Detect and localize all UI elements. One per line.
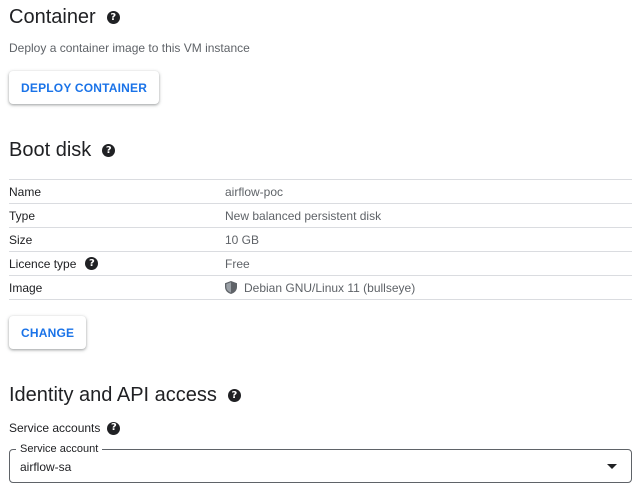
change-boot-disk-button[interactable]: CHANGE	[9, 316, 87, 349]
boot-disk-section-title: Boot disk ?	[9, 139, 116, 162]
row-value: airflow-poc	[225, 184, 284, 199]
row-label-text: Licence type	[9, 256, 77, 271]
help-icon[interactable]: ?	[106, 11, 120, 24]
dropdown-arrow-icon[interactable]	[607, 464, 617, 469]
container-section-title: Container ?	[9, 6, 120, 29]
table-row-licence-type: Licence type ? Free	[9, 252, 632, 276]
container-title-text: Container	[9, 6, 96, 28]
service-account-value: airflow-sa	[20, 460, 72, 474]
table-row-type: Type New balanced persistent disk	[9, 204, 632, 228]
table-row-image: Image Debian GNU/Linux 11 (bullseye)	[9, 276, 632, 300]
row-label: Type	[9, 208, 36, 223]
identity-title-text: Identity and API access	[9, 384, 217, 406]
help-icon[interactable]: ?	[107, 421, 121, 435]
help-icon[interactable]: ?	[102, 144, 116, 157]
row-value: New balanced persistent disk	[225, 208, 382, 223]
boot-disk-table: Name airflow-poc Type New balanced persi…	[9, 179, 632, 300]
row-value: Free	[225, 256, 250, 271]
row-value: 10 GB	[225, 232, 260, 247]
deploy-container-button[interactable]: DEPLOY CONTAINER	[9, 71, 160, 104]
row-label: Name	[9, 184, 42, 199]
container-description: Deploy a container image to this VM inst…	[9, 41, 250, 55]
service-account-select[interactable]: Service account airflow-sa	[9, 443, 632, 483]
row-value-with-icon: Debian GNU/Linux 11 (bullseye)	[225, 281, 415, 295]
vm-create-form: Container ? Deploy a container image to …	[0, 0, 641, 491]
help-icon[interactable]: ?	[85, 257, 99, 270]
identity-section-title: Identity and API access ?	[9, 384, 241, 407]
table-row-size: Size 10 GB	[9, 228, 632, 252]
help-icon[interactable]: ?	[227, 389, 241, 402]
row-label-with-help: Licence type ?	[9, 257, 225, 271]
row-label: Size	[9, 232, 33, 247]
service-accounts-label: Service accounts ?	[9, 421, 121, 435]
image-value-text: Debian GNU/Linux 11 (bullseye)	[244, 280, 416, 295]
boot-disk-title-text: Boot disk	[9, 139, 92, 161]
service-accounts-text: Service accounts	[9, 421, 101, 435]
service-account-legend: Service account	[16, 443, 103, 455]
table-row-name: Name airflow-poc	[9, 180, 632, 204]
row-label: Image	[9, 280, 43, 295]
shield-icon	[225, 281, 237, 294]
